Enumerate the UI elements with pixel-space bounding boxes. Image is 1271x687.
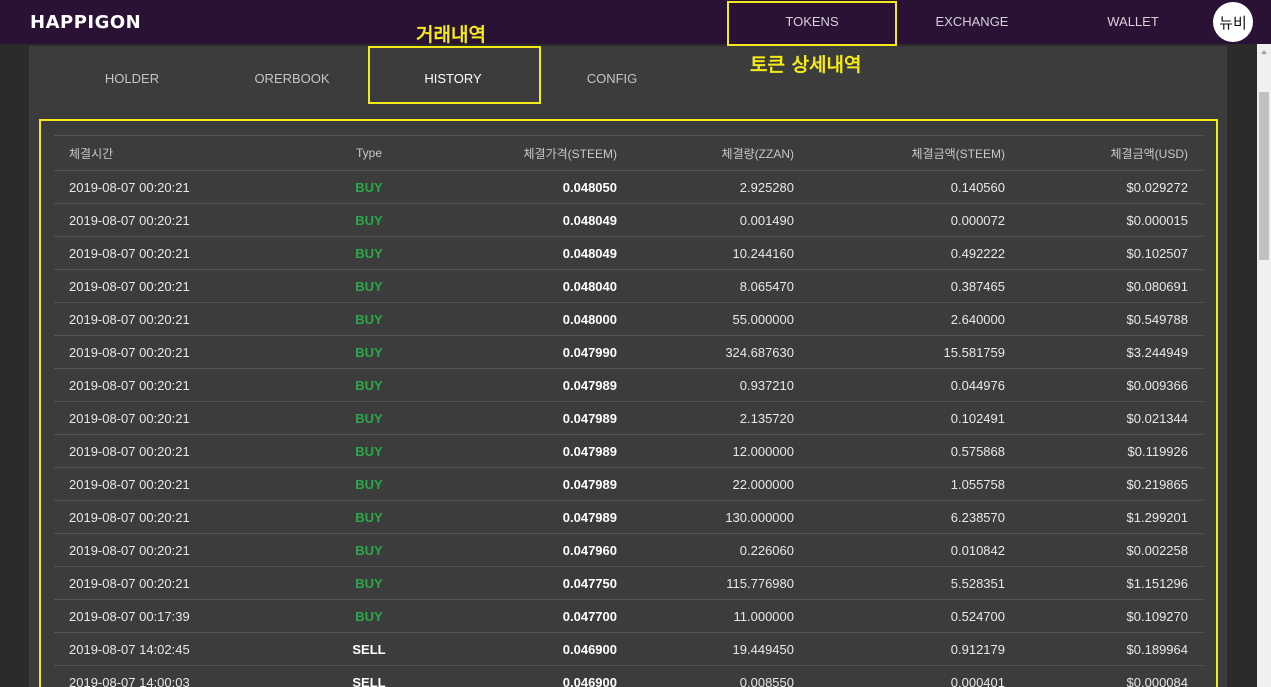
tab-holder[interactable]: HOLDER	[62, 71, 202, 86]
annotation-history-label: 거래내역	[416, 24, 486, 46]
user-avatar[interactable]: 뉴비	[1213, 2, 1253, 42]
scroll-up-arrow-icon[interactable]	[1261, 50, 1267, 54]
annotation-box-table	[39, 119, 1218, 687]
annotation-box-history-tab	[368, 46, 541, 104]
tab-orderbook[interactable]: ORERBOOK	[222, 71, 362, 86]
annotation-tokens-label: 토큰 상세내역	[750, 54, 862, 76]
nav-exchange[interactable]: EXCHANGE	[922, 14, 1022, 29]
tab-config[interactable]: CONFIG	[542, 71, 682, 86]
scrollbar-thumb[interactable]	[1259, 92, 1269, 260]
nav-wallet[interactable]: WALLET	[1083, 14, 1183, 29]
happigon-logo[interactable]: HAPPIGON	[30, 12, 141, 33]
top-navbar: HAPPIGON TOKENS EXCHANGE WALLET 뉴비	[0, 0, 1271, 44]
annotation-box-tokens	[727, 1, 897, 46]
